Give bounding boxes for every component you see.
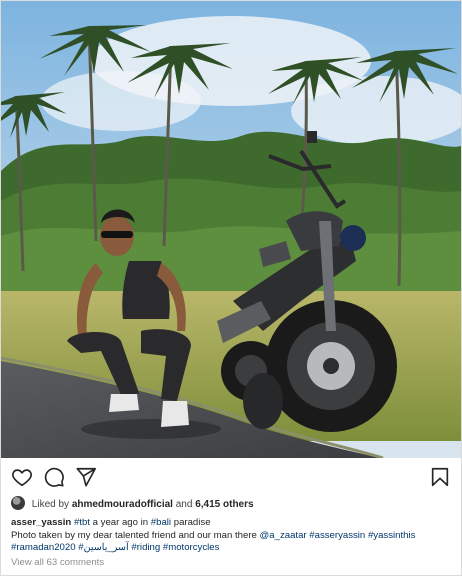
caption-line-2: Photo taken by my dear talented friend a… xyxy=(11,530,455,543)
hashtag-tbt[interactable]: #tbt xyxy=(74,517,90,528)
caption-line-1: asser_yassin #tbt a year ago in #bali pa… xyxy=(11,517,455,530)
heart-icon[interactable] xyxy=(11,466,33,488)
hashtag-riding[interactable]: #riding xyxy=(131,542,160,553)
post-photo[interactable] xyxy=(1,1,461,458)
paper-plane-icon[interactable] xyxy=(75,466,97,488)
liked-by-prefix: Liked by xyxy=(31,499,70,510)
likes-summary: Liked by ahmedmouradofficial and 6,415 o… xyxy=(11,496,451,512)
hashtag-arabic[interactable]: #آسر_ياسين xyxy=(78,542,129,553)
caption-text-1: a year ago in xyxy=(92,517,149,528)
hashtag-asseryassin[interactable]: #asseryassin xyxy=(309,530,365,541)
action-bar xyxy=(11,466,451,490)
caption-text-2: paradise xyxy=(173,517,211,528)
likes-count-link[interactable]: 6,415 others xyxy=(195,499,253,510)
liked-by-user-link[interactable]: ahmedmouradofficial xyxy=(72,499,173,510)
instagram-post: Liked by ahmedmouradofficial and 6,415 o… xyxy=(0,0,462,576)
post-caption: asser_yassin #tbt a year ago in #bali pa… xyxy=(11,517,455,569)
caption-username-link[interactable]: asser_yassin xyxy=(11,517,71,528)
hashtag-yassinthis[interactable]: #yassinthis xyxy=(368,530,415,541)
avatar[interactable] xyxy=(11,496,25,510)
hashtag-ramadan2020[interactable]: #ramadan2020 xyxy=(11,542,76,553)
caption-line-3: #ramadan2020 #آسر_ياسين #riding #motorcy… xyxy=(11,542,455,555)
comment-icon[interactable] xyxy=(43,466,65,488)
mention-link[interactable]: @a_zaatar xyxy=(260,530,307,541)
bookmark-icon[interactable] xyxy=(429,466,451,488)
caption-text-3: Photo taken by my dear talented friend a… xyxy=(11,529,257,541)
view-all-comments-link[interactable]: View all 63 comments xyxy=(11,557,455,570)
liked-by-and: and xyxy=(175,499,193,510)
hashtag-motorcycles[interactable]: #motorcycles xyxy=(163,542,220,553)
hashtag-bali[interactable]: #bali xyxy=(151,517,171,528)
